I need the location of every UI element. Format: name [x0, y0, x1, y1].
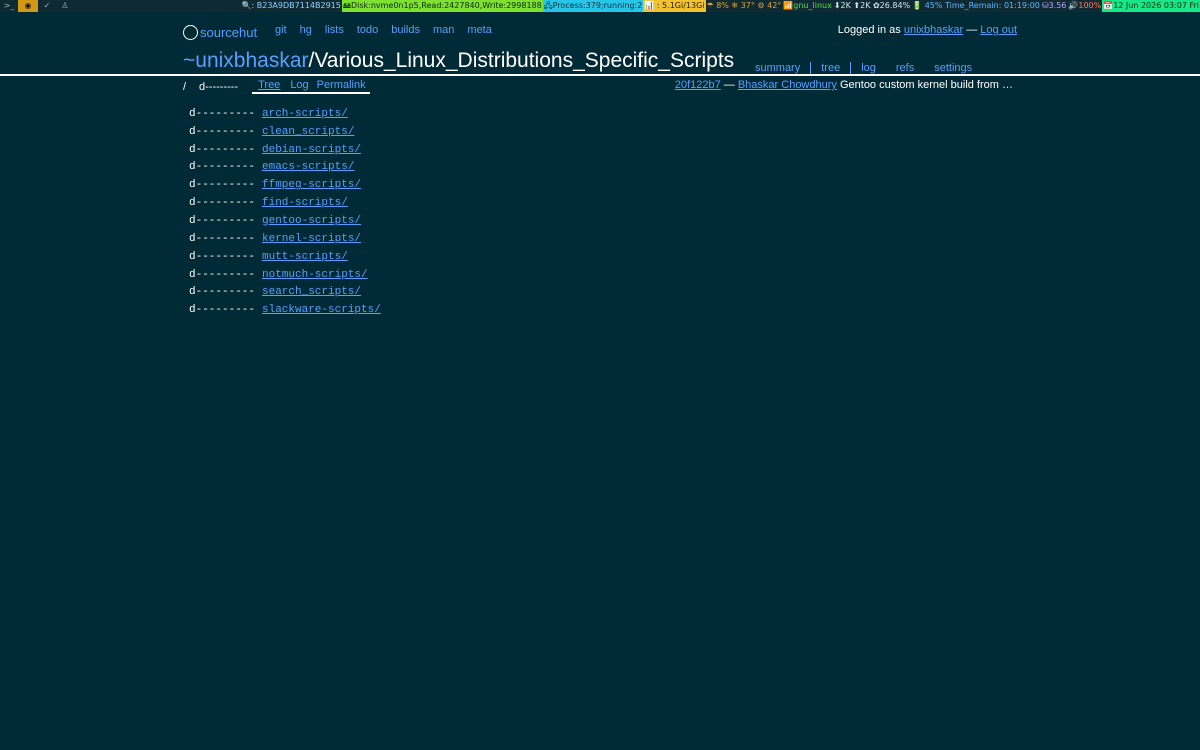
- tree-row: d--------- arch-scripts/: [189, 105, 381, 123]
- directory-link[interactable]: clean_scripts/: [262, 126, 354, 138]
- file-mode: d---------: [189, 179, 256, 192]
- commit-author-link[interactable]: Bhaskar Chowdhury: [738, 79, 837, 91]
- directory-link[interactable]: find-scripts/: [262, 197, 348, 209]
- path-breadcrumb: /: [183, 80, 187, 93]
- file-tree: d--------- arch-scripts/d--------- clean_s…: [189, 105, 381, 319]
- file-mode: d---------: [189, 304, 256, 317]
- workspace-2[interactable]: ◉: [18, 0, 38, 12]
- status-segment: 📊 : 5.1Gi/13Gi: [643, 0, 706, 12]
- tree-row: d--------- notmuch-scripts/: [189, 266, 381, 284]
- status-segments: 🔍: B23A9DB7114B2915 🖴Disk:nvme0n1p5,Read:…: [241, 0, 1200, 12]
- tree-row: d--------- search_scripts/: [189, 283, 381, 301]
- tab-summary[interactable]: summary: [745, 62, 810, 74]
- login-status: Logged in as unixbhaskar — Log out: [838, 24, 1017, 36]
- status-segment: 🔊100%: [1068, 1, 1102, 10]
- tree-row: d--------- gentoo-scripts/: [189, 212, 381, 230]
- file-mode: d---------: [189, 161, 256, 174]
- file-mode: d---------: [189, 250, 256, 263]
- tree-row: d--------- clean_scripts/: [189, 123, 381, 141]
- status-segment: 🖴Disk:nvme0n1p5,Read:2427840,Write:29981…: [341, 0, 543, 12]
- tree-row: d--------- debian-scripts/: [189, 141, 381, 159]
- directory-link[interactable]: gentoo-scripts/: [262, 215, 361, 227]
- commit-hash-link[interactable]: 20f122b7: [675, 79, 721, 91]
- tree-row: d--------- ffmpeg-scripts/: [189, 176, 381, 194]
- file-mode: d---------: [189, 125, 256, 138]
- nav-link-hg[interactable]: hg: [300, 24, 312, 36]
- directory-link[interactable]: debian-scripts/: [262, 144, 361, 156]
- tree-view-tabs: Tree Log Permalink: [252, 79, 370, 94]
- status-segment: 📶gnu_linux: [783, 1, 832, 10]
- workspace-4[interactable]: ♙: [56, 0, 74, 12]
- directory-link[interactable]: ffmpeg-scripts/: [262, 179, 361, 191]
- nav-link-builds[interactable]: builds: [391, 24, 420, 36]
- nav-link-git[interactable]: git: [275, 24, 287, 36]
- sourcehut-circle-icon: [183, 24, 198, 40]
- file-mode: d---------: [189, 107, 256, 120]
- tab-tree[interactable]: tree: [810, 62, 852, 74]
- subtab-permalink[interactable]: Permalink: [313, 79, 370, 91]
- nav-link-man[interactable]: man: [433, 24, 454, 36]
- workspace-1[interactable]: >_: [0, 0, 18, 12]
- latest-commit: 20f122b7 — Bhaskar Chowdhury Gentoo cust…: [675, 79, 1013, 91]
- tab-refs[interactable]: refs: [886, 62, 924, 74]
- status-segment: ☂ 8% ❄ 37° ⚙ 42°: [706, 1, 782, 10]
- directory-link[interactable]: slackware-scripts/: [262, 304, 381, 316]
- file-mode: d---------: [189, 197, 256, 210]
- commit-message: Gentoo custom kernel build from …: [839, 79, 1013, 91]
- tab-log[interactable]: log: [851, 62, 886, 74]
- tree-row: d--------- slackware-scripts/: [189, 301, 381, 319]
- tree-row: d--------- emacs-scripts/: [189, 159, 381, 177]
- status-segment: ⬇2K ⬆2K ✿26.84%: [833, 1, 911, 10]
- logout-link[interactable]: Log out: [980, 24, 1017, 36]
- workspace-switcher[interactable]: >_ ◉ ✓ ♙: [0, 0, 74, 12]
- status-segment: 📅12 Jun 2026 03:07 Fri: [1102, 0, 1200, 12]
- tree-row: d--------- mutt-scripts/: [189, 248, 381, 266]
- logo-text[interactable]: sourcehut: [200, 25, 257, 40]
- status-segment: 🖧Process:379;running:2: [542, 0, 644, 12]
- directory-link[interactable]: mutt-scripts/: [262, 251, 348, 263]
- repo-tabs: summary tree log refs settings: [745, 62, 982, 74]
- tree-subbar: / d--------- Tree Log Permalink: [183, 79, 370, 94]
- directory-link[interactable]: search_scripts/: [262, 286, 361, 298]
- commit-dash: —: [723, 79, 735, 91]
- nav-link-meta[interactable]: meta: [467, 24, 491, 36]
- nav-link-lists[interactable]: lists: [325, 24, 344, 36]
- header-divider: [0, 74, 1200, 76]
- repo-title: ~unixbhaskar/Various_Linux_Distributions…: [183, 49, 734, 73]
- status-segment: ⛁3.56: [1041, 1, 1067, 10]
- repo-name: /Various_Linux_Distributions_Specific_Sc…: [308, 49, 735, 72]
- login-separator: —: [966, 24, 978, 36]
- service-nav: git hg lists todo builds man meta: [275, 24, 505, 36]
- nav-link-todo[interactable]: todo: [357, 24, 378, 36]
- path-mode: d---------: [199, 80, 239, 93]
- directory-link[interactable]: arch-scripts/: [262, 108, 348, 120]
- file-mode: d---------: [189, 143, 256, 156]
- subtab-log[interactable]: Log: [286, 79, 312, 91]
- repo-owner-link[interactable]: ~unixbhaskar: [183, 49, 309, 72]
- login-prefix: Logged in as: [837, 24, 901, 36]
- username-link[interactable]: unixbhaskar: [904, 24, 963, 36]
- tree-row: d--------- kernel-scripts/: [189, 230, 381, 248]
- file-mode: d---------: [189, 286, 256, 299]
- directory-link[interactable]: emacs-scripts/: [262, 161, 354, 173]
- system-status-bar: >_ ◉ ✓ ♙ 🔍: B23A9DB7114B2915 🖴Disk:nvme0n1p5…: [0, 0, 1200, 12]
- workspace-3[interactable]: ✓: [38, 0, 56, 12]
- file-mode: d---------: [189, 214, 256, 227]
- tree-row: d--------- find-scripts/: [189, 194, 381, 212]
- status-segment: 🔍: B23A9DB7114B2915: [241, 1, 341, 10]
- sourcehut-logo[interactable]: sourcehut: [183, 23, 257, 41]
- directory-link[interactable]: notmuch-scripts/: [262, 269, 368, 281]
- status-segment: 🔋 45% Time_Remain: 01:19:00: [912, 1, 1040, 10]
- subtab-tree[interactable]: Tree: [252, 79, 286, 91]
- file-mode: d---------: [189, 268, 256, 281]
- tab-settings[interactable]: settings: [924, 62, 982, 74]
- directory-link[interactable]: kernel-scripts/: [262, 233, 361, 245]
- file-mode: d---------: [189, 232, 256, 245]
